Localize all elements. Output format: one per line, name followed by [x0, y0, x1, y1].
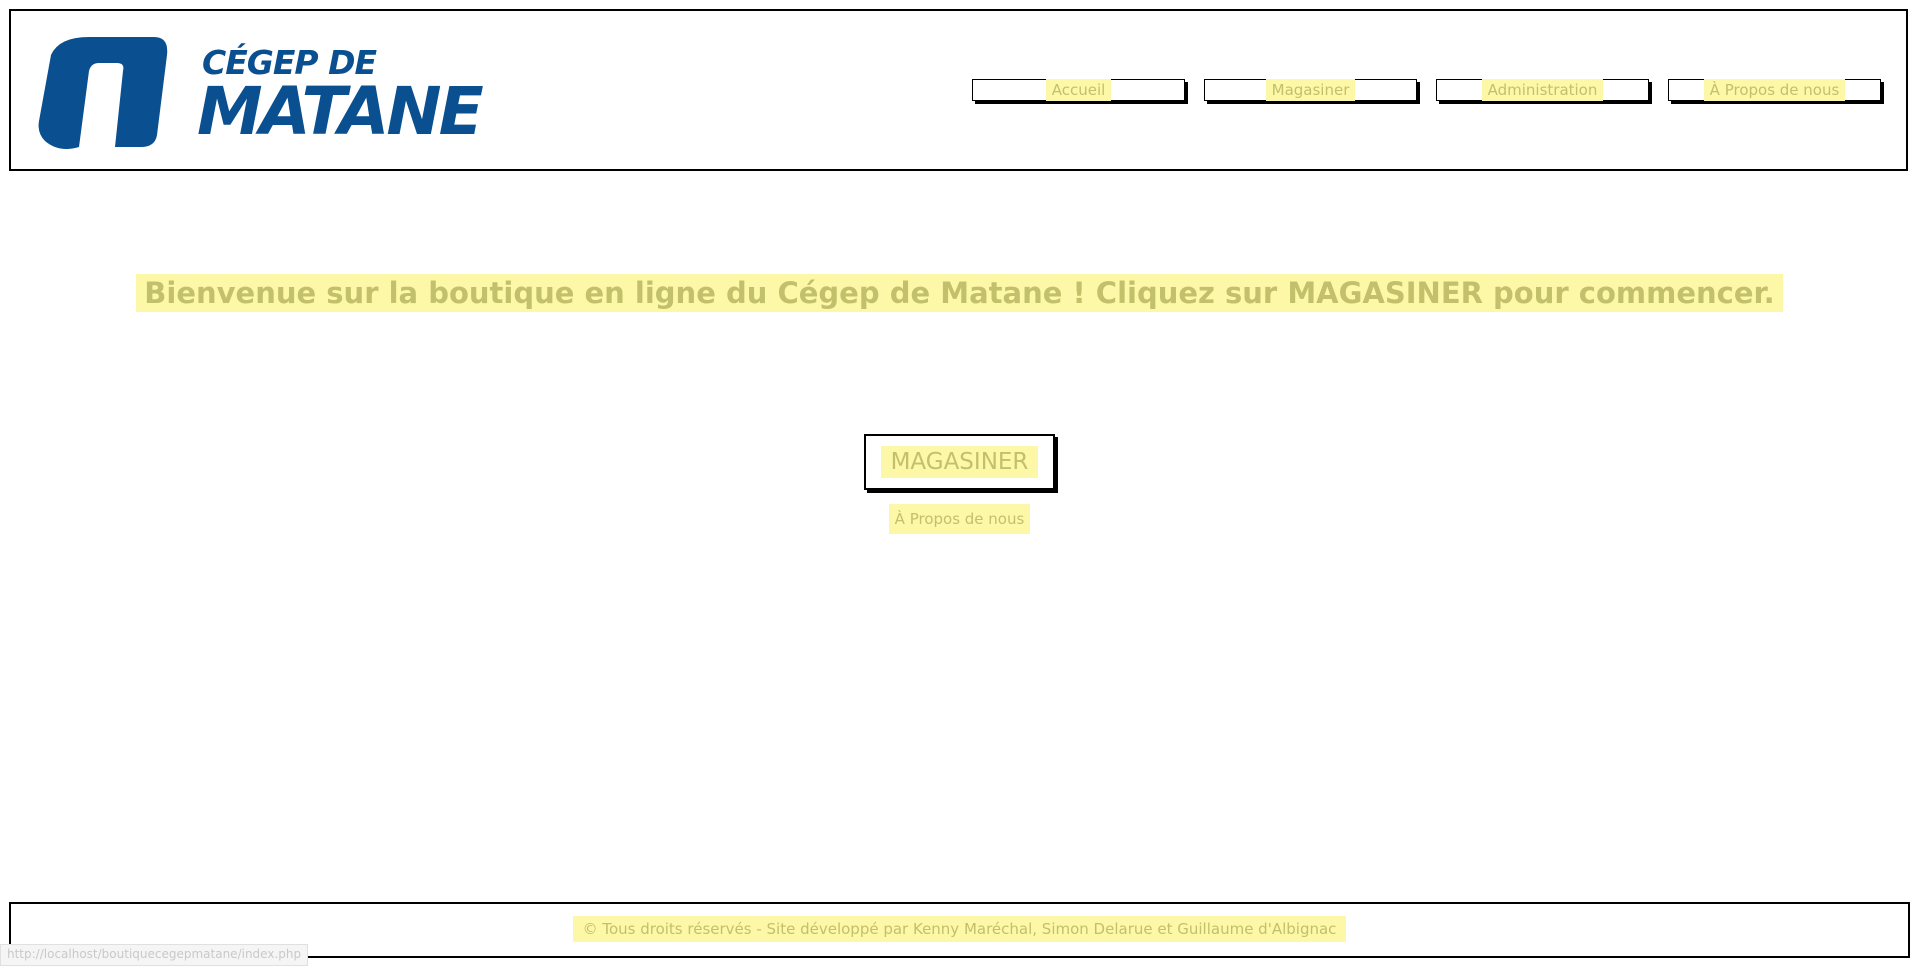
- nav-accueil-button[interactable]: Accueil: [972, 79, 1185, 101]
- nav-accueil-label: Accueil: [1045, 79, 1112, 101]
- site-header: CÉGEP DE MATANE Accueil Magasiner Admini…: [9, 9, 1908, 171]
- about-link-container: À Propos de nous: [0, 504, 1919, 534]
- nav-administration-label: Administration: [1481, 79, 1604, 101]
- nav-administration-button[interactable]: Administration: [1436, 79, 1649, 101]
- magasiner-button-label: MAGASINER: [880, 446, 1039, 478]
- browser-status-url: http://localhost/boutiquecegepmatane/ind…: [0, 944, 309, 966]
- footer-copyright: © Tous droits réservés - Site développé …: [572, 916, 1347, 942]
- main-nav: Accueil Magasiner Administration À Propo…: [11, 79, 1906, 105]
- magasiner-button[interactable]: MAGASINER: [864, 434, 1055, 490]
- welcome-text: Bienvenue sur la boutique en ligne du Cé…: [136, 274, 1783, 312]
- nav-magasiner-button[interactable]: Magasiner: [1204, 79, 1417, 101]
- nav-a-propos-label: À Propos de nous: [1703, 79, 1846, 101]
- about-link[interactable]: À Propos de nous: [888, 504, 1031, 534]
- nav-a-propos-button[interactable]: À Propos de nous: [1668, 79, 1881, 101]
- nav-magasiner-label: Magasiner: [1265, 79, 1356, 101]
- welcome-message: Bienvenue sur la boutique en ligne du Cé…: [0, 274, 1919, 312]
